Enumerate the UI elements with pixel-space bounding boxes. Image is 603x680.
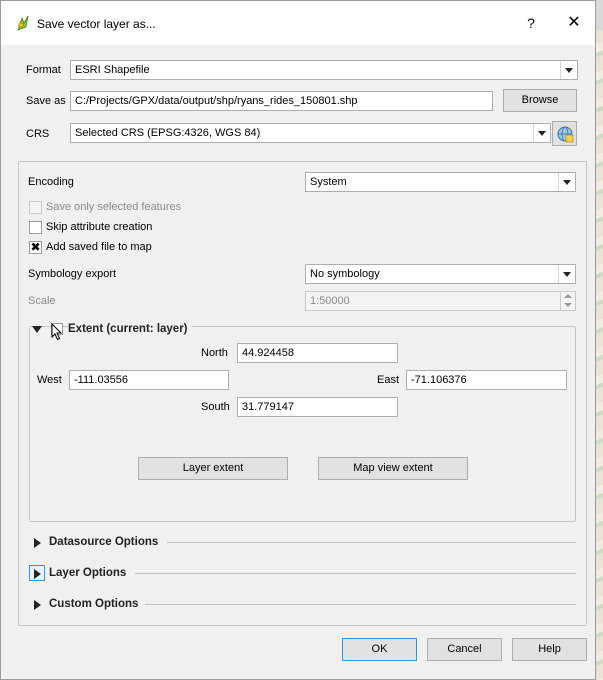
help-button[interactable]: Help (512, 638, 587, 661)
encoding-value: System (310, 176, 347, 188)
globe-crs-icon (557, 126, 573, 143)
dialog-body: Format ESRI Shapefile Save as C:/Project… (1, 45, 595, 679)
east-input[interactable]: -71.106376 (406, 370, 567, 390)
dialog-title: Save vector layer as... (37, 17, 156, 31)
spin-arrows-icon (560, 292, 575, 310)
section-divider (167, 542, 576, 543)
custom-options-title[interactable]: Custom Options (49, 598, 138, 610)
east-label: East (377, 374, 400, 386)
chevron-down-icon (560, 61, 577, 79)
chevron-down-icon (558, 265, 575, 283)
save-as-path-input[interactable]: C:/Projects/GPX/data/output/shp/ryans_ri… (70, 91, 493, 111)
format-label: Format (26, 64, 61, 76)
save-vector-layer-dialog: Save vector layer as... ? ✕ Format ESRI … (0, 0, 596, 680)
expand-triangle-icon[interactable] (34, 538, 41, 548)
north-label: North (201, 347, 228, 359)
skip-attribute-checkbox[interactable] (29, 221, 42, 234)
format-value: ESRI Shapefile (75, 64, 150, 76)
scale-label: Scale (28, 295, 56, 307)
layer-extent-button[interactable]: Layer extent (138, 457, 288, 480)
symbology-combo[interactable]: No symbology (305, 264, 576, 284)
north-input[interactable]: 44.924458 (237, 343, 398, 363)
add-to-map-checkbox[interactable]: ✖ (29, 240, 42, 254)
scale-spinbox[interactable]: 1:50000 (305, 291, 576, 311)
south-label: South (201, 401, 230, 413)
symbology-label: Symbology export (28, 268, 117, 280)
symbology-value: No symbology (310, 268, 380, 280)
extent-title: Extent (current: layer) (68, 323, 192, 335)
section-divider (135, 573, 576, 574)
crs-combo[interactable]: Selected CRS (EPSG:4326, WGS 84) (70, 123, 551, 143)
skip-attribute-label: Skip attribute creation (46, 221, 153, 233)
scale-value: 1:50000 (310, 295, 350, 307)
crs-label: CRS (26, 128, 50, 140)
encoding-label: Encoding (28, 176, 74, 188)
browse-button[interactable]: Browse (503, 89, 577, 112)
mouse-cursor-icon (51, 323, 63, 341)
west-label: West (37, 374, 62, 386)
help-icon[interactable]: ? (521, 13, 541, 33)
cancel-button[interactable]: Cancel (427, 638, 502, 661)
ok-button[interactable]: OK (342, 638, 417, 661)
layer-options-title[interactable]: Layer Options (49, 567, 126, 579)
expand-triangle-icon[interactable] (34, 600, 41, 610)
save-selected-checkbox[interactable] (29, 201, 42, 214)
chevron-down-icon (558, 173, 575, 191)
encoding-combo[interactable]: System (305, 172, 576, 192)
save-as-label: Save as (26, 95, 66, 107)
chevron-down-icon (533, 124, 550, 142)
title-bar: Save vector layer as... ? ✕ (1, 1, 595, 45)
crs-value: Selected CRS (EPSG:4326, WGS 84) (75, 127, 261, 139)
qgis-app-icon (17, 15, 29, 31)
map-view-extent-button[interactable]: Map view extent (318, 457, 468, 480)
expand-triangle-icon[interactable] (34, 569, 41, 579)
save-selected-label: Save only selected features (46, 201, 182, 213)
map-canvas-background (595, 30, 603, 680)
format-combo[interactable]: ESRI Shapefile (70, 60, 578, 80)
add-to-map-label: Add saved file to map (46, 241, 152, 253)
close-icon[interactable]: ✕ (563, 13, 585, 33)
checkmark-icon: ✖ (30, 240, 41, 254)
crs-selector-button[interactable] (552, 121, 577, 146)
west-input[interactable]: -111.03556 (69, 370, 229, 390)
section-divider (145, 604, 576, 605)
collapse-triangle-icon[interactable] (32, 326, 42, 333)
datasource-options-title[interactable]: Datasource Options (49, 536, 158, 548)
south-input[interactable]: 31.779147 (237, 397, 398, 417)
